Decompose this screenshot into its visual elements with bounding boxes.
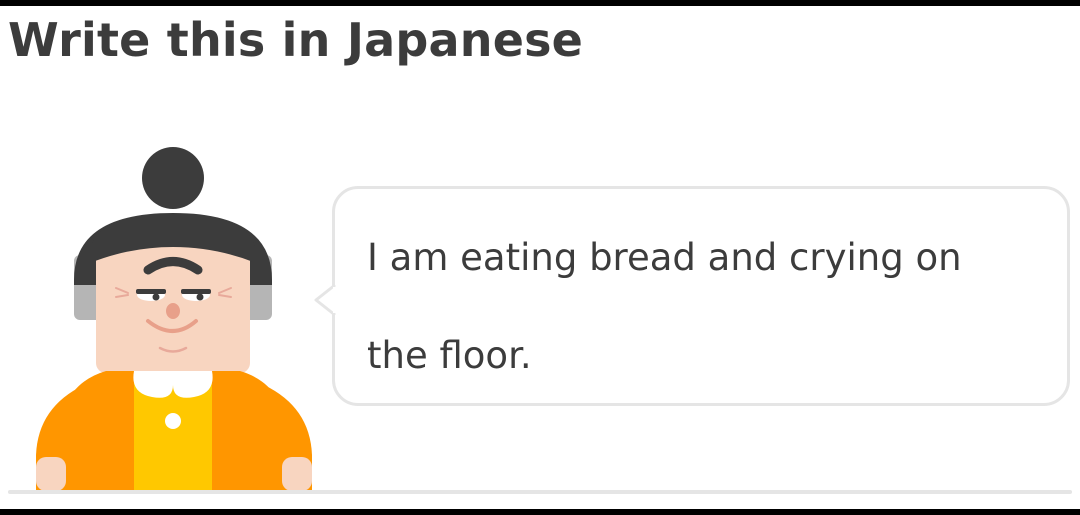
left-hand [36,457,66,491]
exercise-title: Write this in Japanese [8,13,584,67]
left-pupil [152,293,160,301]
hair-bun [142,147,204,209]
left-eyelid [136,289,166,294]
right-pupil [196,293,204,301]
lily-character-icon [36,147,312,491]
speech-bubble-tail [314,283,348,317]
right-eyelid [181,289,211,294]
shirt-button [165,413,181,429]
exercise-screen: Write this in Japanese I am eating bread… [0,0,1080,515]
top-edge-bar [0,0,1080,6]
speech-bubble: I am eating bread and crying on the floo… [332,186,1070,406]
bottom-edge-bar [0,509,1080,515]
right-hand [282,457,312,491]
prompt-sentence[interactable]: I am eating bread and crying on the floo… [367,209,1027,405]
divider [8,490,1072,494]
nose [166,303,180,319]
